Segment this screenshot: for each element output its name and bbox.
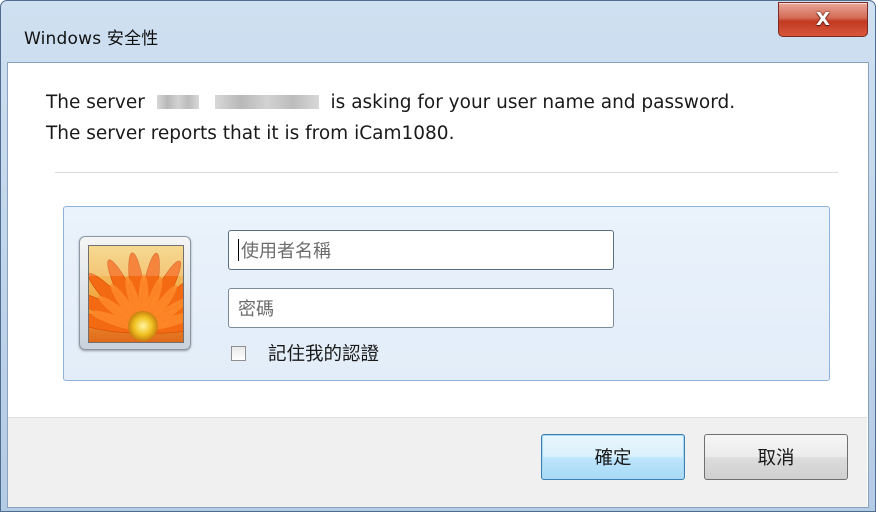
remember-credentials[interactable]: 記住我的認證	[231, 341, 379, 365]
password-placeholder: 密碼	[238, 299, 274, 320]
title-bar[interactable]: Windows 安全性 X	[1, 1, 875, 63]
close-button[interactable]: X	[778, 2, 868, 37]
password-input[interactable]: 密碼	[228, 288, 614, 328]
user-tile	[79, 236, 191, 350]
message-line-2: The server reports that it is from iCam1…	[46, 123, 455, 144]
message-line-1-prefix: The server	[46, 92, 145, 113]
text-cursor	[238, 239, 239, 261]
close-icon: X	[816, 9, 830, 30]
remember-checkbox[interactable]	[231, 345, 246, 361]
window-title: Windows 安全性	[24, 29, 159, 49]
message-line-1: The server is asking for your user name …	[46, 87, 836, 118]
separator	[55, 172, 838, 173]
remember-label: 記住我的認證	[268, 344, 380, 365]
redacted-server-address	[156, 94, 199, 109]
user-tile-flower-icon	[88, 245, 184, 343]
cancel-button[interactable]: 取消	[704, 434, 848, 480]
auth-message: The server is asking for your user name …	[46, 87, 836, 149]
ok-button[interactable]: 確定	[541, 434, 685, 480]
username-input[interactable]: 使用者名稱	[228, 230, 614, 270]
username-placeholder: 使用者名稱	[241, 241, 331, 262]
message-line-1-suffix: is asking for your user name and passwor…	[330, 92, 736, 113]
redacted-server-address-2	[214, 94, 319, 109]
